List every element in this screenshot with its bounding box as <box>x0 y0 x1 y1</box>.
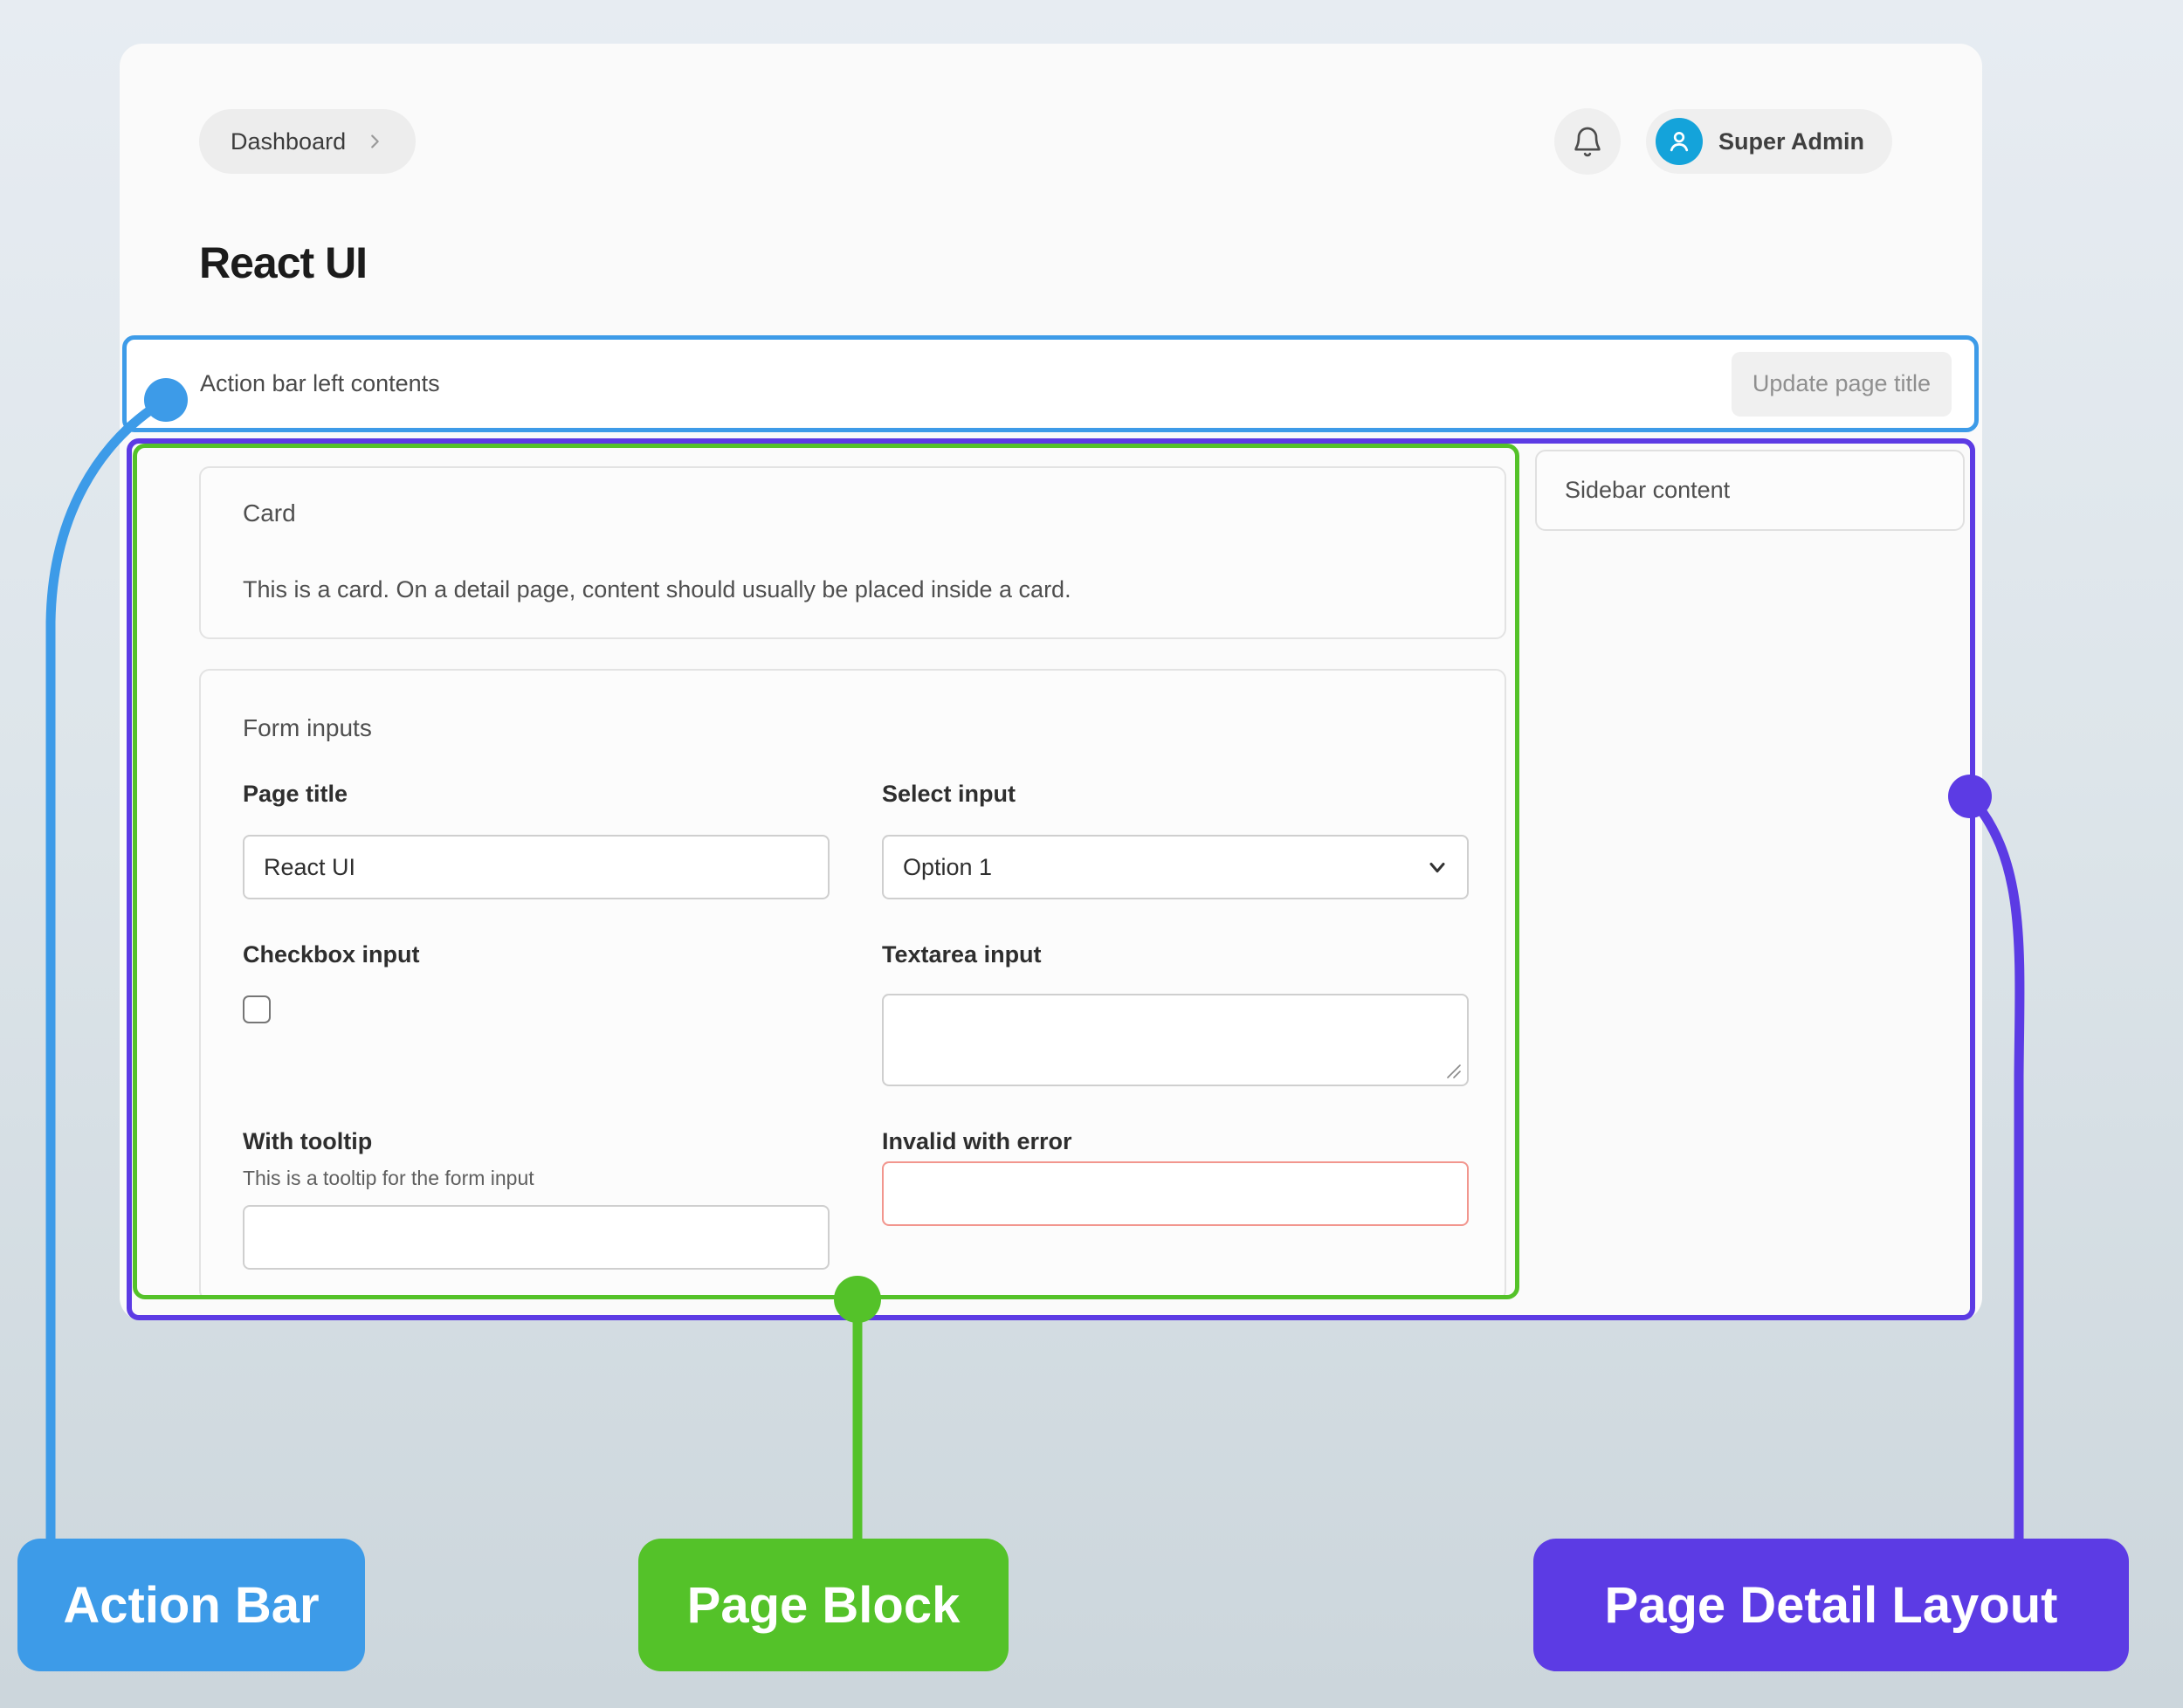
chevron-right-icon <box>365 132 384 151</box>
action-bar-annotation-label: Action Bar <box>17 1539 365 1671</box>
sidebar-content-text: Sidebar content <box>1565 477 1730 504</box>
select-value: Option 1 <box>903 854 992 881</box>
tooltip-helper-text: This is a tooltip for the form input <box>243 1167 534 1190</box>
form-inputs-title: Form inputs <box>243 714 372 742</box>
breadcrumb-label: Dashboard <box>231 128 346 155</box>
select-input[interactable]: Option 1 <box>882 835 1469 899</box>
page-detail-layout-annotation-label: Page Detail Layout <box>1533 1539 2129 1671</box>
invalid-input[interactable] <box>882 1161 1469 1226</box>
action-bar: Action bar left contents Update page tit… <box>122 335 1979 432</box>
checkbox-field-label: Checkbox input <box>243 941 420 968</box>
tooltip-field-label: With tooltip <box>243 1128 372 1155</box>
bell-icon <box>1570 124 1605 159</box>
textarea-wrapper <box>882 994 1469 1086</box>
form-inputs-card: Form inputs Page title Select input Opti… <box>199 669 1506 1299</box>
chevron-down-icon <box>1425 855 1450 879</box>
action-bar-left-contents: Action bar left contents <box>200 370 440 397</box>
page-block: Card This is a card. On a detail page, c… <box>133 444 1519 1299</box>
user-name: Super Admin <box>1718 128 1864 155</box>
card-body-text: This is a card. On a detail page, conten… <box>243 576 1071 603</box>
card-title: Card <box>243 499 296 527</box>
notifications-button[interactable] <box>1554 108 1621 175</box>
checkbox-input[interactable] <box>243 995 271 1023</box>
user-icon <box>1664 127 1694 156</box>
sidebar-content-card: Sidebar content <box>1535 450 1965 531</box>
page-title-input[interactable] <box>243 835 830 899</box>
page-title: React UI <box>199 238 367 288</box>
update-page-title-button[interactable]: Update page title <box>1732 352 1952 417</box>
avatar <box>1656 118 1703 165</box>
invalid-field-label: Invalid with error <box>882 1128 1072 1155</box>
user-menu[interactable]: Super Admin <box>1646 109 1892 174</box>
page-title-field-label: Page title <box>243 781 348 808</box>
textarea-field-label: Textarea input <box>882 941 1042 968</box>
card: Card This is a card. On a detail page, c… <box>199 466 1506 639</box>
page-block-annotation-label: Page Block <box>638 1539 1009 1671</box>
breadcrumb[interactable]: Dashboard <box>199 109 416 174</box>
resize-handle-icon[interactable] <box>1443 1060 1463 1081</box>
textarea-input[interactable] <box>882 994 1469 1086</box>
tooltip-input[interactable] <box>243 1205 830 1270</box>
select-field-label: Select input <box>882 781 1016 808</box>
